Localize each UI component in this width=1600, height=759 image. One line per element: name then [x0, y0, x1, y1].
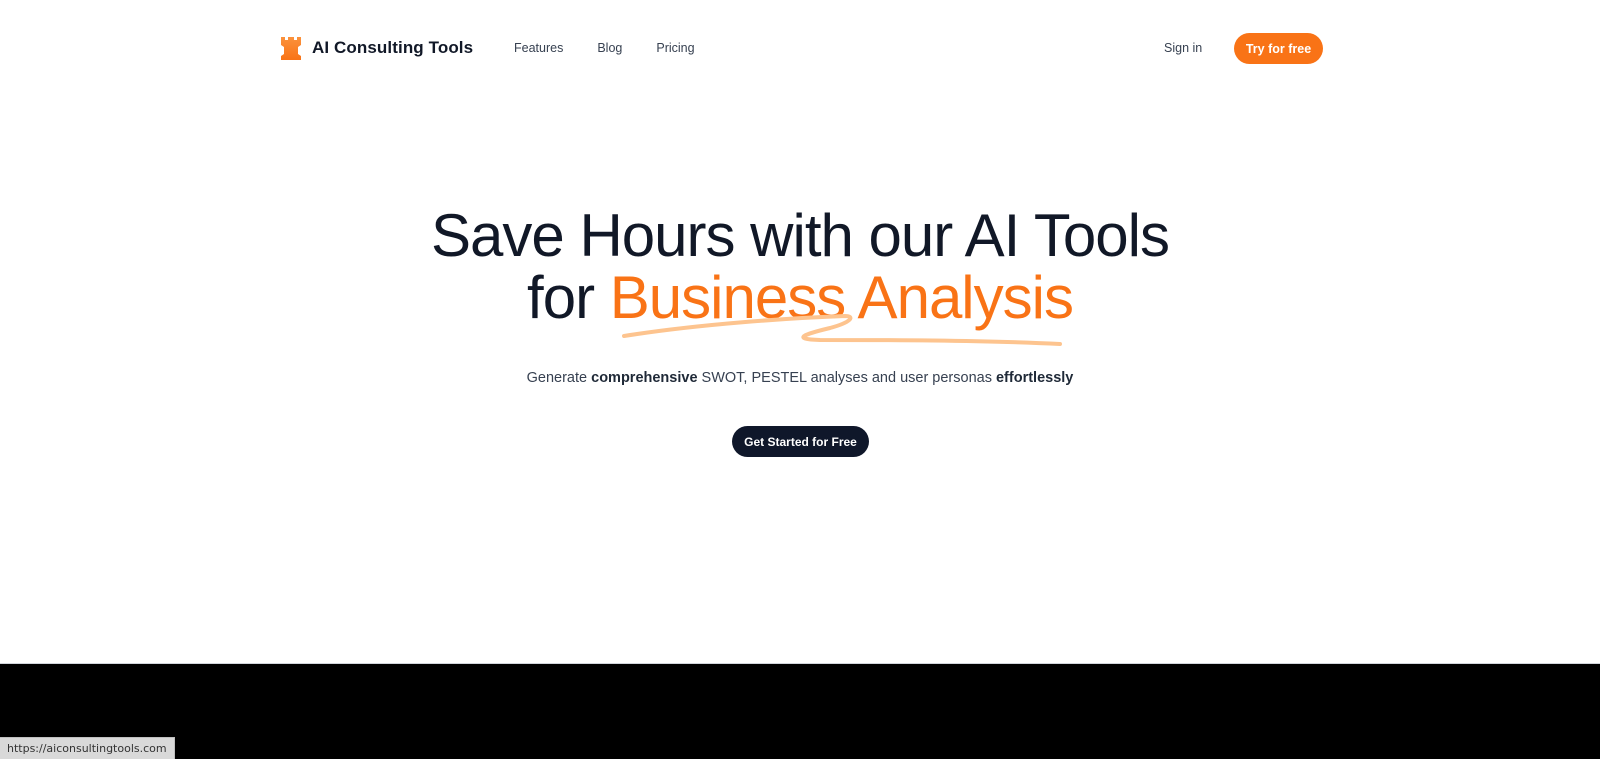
nav-link-features[interactable]: Features	[514, 41, 563, 55]
hero-subtitle: Generate comprehensive SWOT, PESTEL anal…	[0, 370, 1600, 386]
subtitle-bold1: comprehensive	[591, 370, 698, 386]
hero-title: Save Hours with our AI Tools for Busines…	[0, 205, 1600, 329]
brand-logo-link[interactable]: AI Consulting Tools	[280, 36, 473, 60]
subtitle-bold2: effortlessly	[995, 370, 1074, 386]
hero-title-line1: Save Hours with our AI Tools	[431, 202, 1170, 269]
dark-section	[0, 663, 1600, 759]
hero-title-line2-prefix: for	[527, 264, 610, 331]
status-bar-url: https://aiconsultingtools.com	[0, 737, 175, 759]
subtitle-part1: Generate	[526, 370, 592, 386]
hero-title-accent: Business Analysis	[609, 264, 1074, 331]
nav-links: Features Blog Pricing	[514, 41, 695, 55]
subtitle-part2: SWOT, PESTEL analyses and user personas	[697, 370, 996, 386]
nav-link-pricing[interactable]: Pricing	[656, 41, 694, 55]
page: AI Consulting Tools Features Blog Pricin…	[0, 0, 1600, 759]
navbar: AI Consulting Tools Features Blog Pricin…	[0, 0, 1600, 98]
sign-in-link[interactable]: Sign in	[1164, 41, 1202, 55]
nav-link-blog[interactable]: Blog	[597, 41, 622, 55]
chess-rook-icon	[281, 37, 301, 60]
get-started-button[interactable]: Get Started for Free	[732, 426, 869, 457]
brand-name: AI Consulting Tools	[312, 38, 474, 57]
try-for-free-button[interactable]: Try for free	[1234, 33, 1323, 64]
